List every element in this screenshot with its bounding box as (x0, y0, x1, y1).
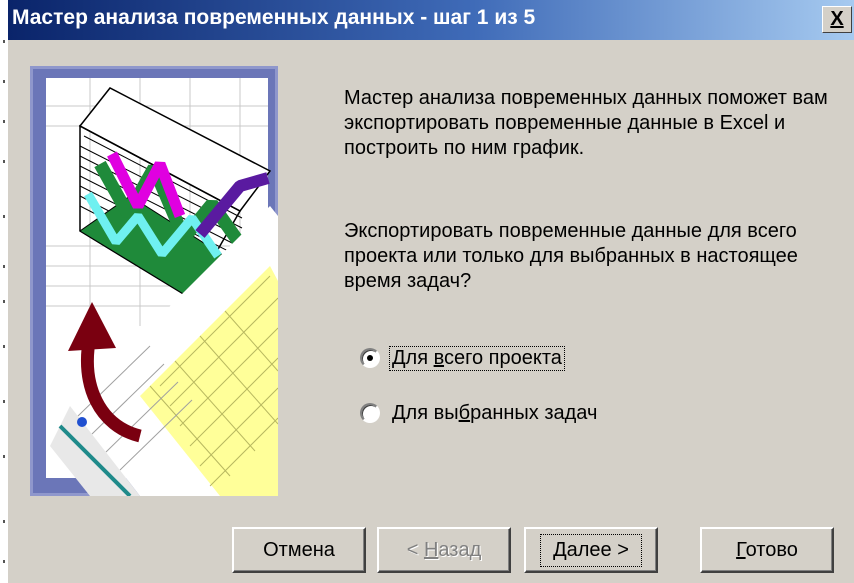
option-whole-project[interactable]: Для всего проекта (360, 345, 565, 371)
cancel-button-label: Отмена (263, 538, 335, 561)
wizard-illustration (30, 66, 278, 496)
access-key: б (458, 401, 471, 424)
title-bar[interactable]: Мастер анализа повременных данных - шаг … (8, 0, 854, 40)
option-whole-project-label: Для всего проекта (389, 345, 565, 371)
radio-button[interactable] (360, 403, 380, 423)
finish-button-label: Готово (736, 538, 798, 561)
intro-text: Мастер анализа повременных данных поможе… (344, 87, 828, 159)
back-button[interactable]: < Назад (377, 527, 511, 573)
close-button[interactable]: X (822, 6, 852, 33)
option-selected-tasks-label: Для выбранных задач (392, 401, 598, 424)
next-button-label: Далее > (540, 533, 642, 567)
back-button-label: < Назад (406, 538, 482, 561)
cancel-button[interactable]: Отмена (232, 527, 366, 573)
access-key: в (433, 346, 445, 369)
window-title: Мастер анализа повременных данных - шаг … (12, 6, 536, 29)
wizard-dialog: Мастер анализа повременных данных - шаг … (8, 0, 854, 583)
radio-button-selected[interactable] (360, 348, 380, 368)
question-text: Экспортировать повременные данные для вс… (344, 220, 798, 292)
left-edge-marks (0, 0, 8, 583)
finish-button[interactable]: Готово (700, 527, 834, 573)
option-selected-tasks[interactable]: Для выбранных задач (360, 400, 599, 426)
next-button[interactable]: Далее > (524, 527, 658, 573)
